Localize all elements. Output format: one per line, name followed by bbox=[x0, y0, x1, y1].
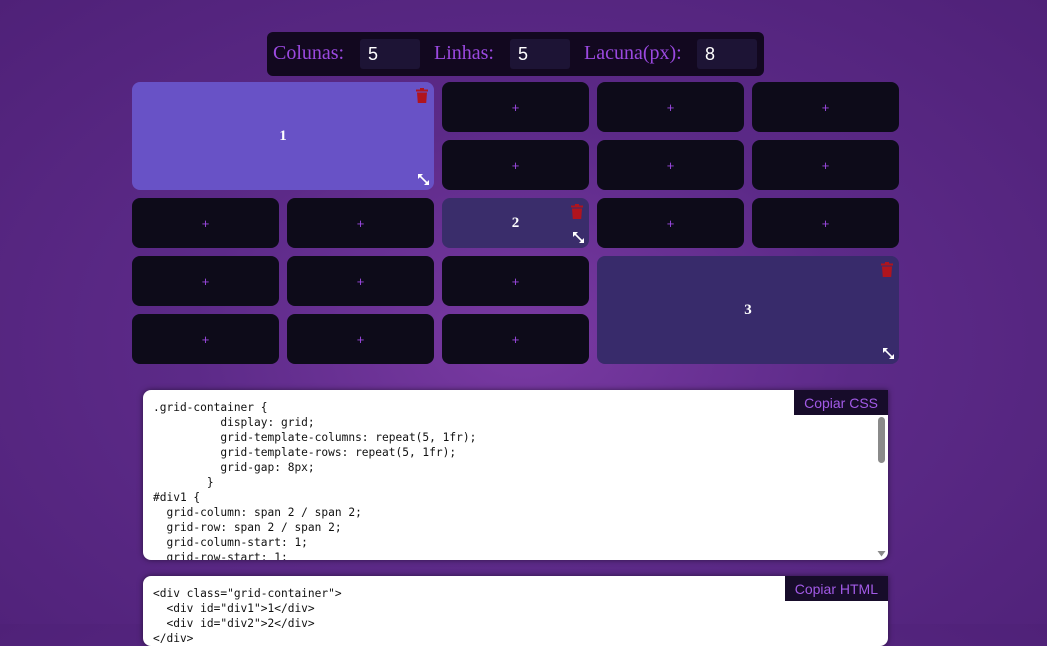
add-cell-button[interactable]: + bbox=[442, 140, 589, 190]
grid-item-3[interactable]: 3 bbox=[597, 256, 899, 364]
scrollbar-thumb[interactable] bbox=[878, 417, 885, 463]
trash-icon[interactable] bbox=[881, 262, 893, 277]
add-cell-button[interactable]: + bbox=[442, 82, 589, 132]
add-cell-button[interactable]: + bbox=[132, 256, 279, 306]
grid-item-2[interactable]: 2 bbox=[442, 198, 589, 248]
add-cell-button[interactable]: + bbox=[597, 82, 744, 132]
grid-item-label: 1 bbox=[279, 127, 287, 144]
gap-label: Lacuna(px): bbox=[584, 42, 682, 64]
add-cell-button[interactable]: + bbox=[752, 198, 899, 248]
grid-controls: Colunas: Linhas: Lacuna(px): bbox=[267, 32, 764, 76]
resize-icon[interactable] bbox=[882, 347, 895, 360]
scroll-down-arrow-icon[interactable] bbox=[877, 549, 886, 558]
grid-container: 1 + + + + + + + + 2 + + + + + 3 + + + bbox=[132, 82, 899, 364]
add-cell-button[interactable]: + bbox=[442, 256, 589, 306]
rows-input[interactable] bbox=[510, 39, 570, 69]
columns-input[interactable] bbox=[360, 39, 420, 69]
add-cell-button[interactable]: + bbox=[132, 314, 279, 364]
copy-css-button[interactable]: Copiar CSS bbox=[794, 390, 888, 415]
add-cell-button[interactable]: + bbox=[287, 314, 434, 364]
html-code[interactable]: <div class="grid-container"> <div id="di… bbox=[143, 576, 888, 646]
add-cell-button[interactable]: + bbox=[597, 198, 744, 248]
grid-item-1[interactable]: 1 bbox=[132, 82, 434, 190]
add-cell-button[interactable]: + bbox=[752, 140, 899, 190]
rows-label: Linhas: bbox=[434, 42, 494, 64]
css-output-panel: .grid-container { display: grid; grid-te… bbox=[143, 390, 888, 560]
resize-icon[interactable] bbox=[572, 231, 585, 244]
add-cell-button[interactable]: + bbox=[597, 140, 744, 190]
gap-input[interactable] bbox=[697, 39, 757, 69]
trash-icon[interactable] bbox=[416, 88, 428, 103]
html-output-panel: <div class="grid-container"> <div id="di… bbox=[143, 576, 888, 646]
grid-item-label: 2 bbox=[511, 214, 520, 231]
css-code[interactable]: .grid-container { display: grid; grid-te… bbox=[143, 390, 888, 560]
copy-html-button[interactable]: Copiar HTML bbox=[784, 576, 888, 601]
grid-item-label: 3 bbox=[744, 301, 752, 318]
trash-icon[interactable] bbox=[571, 204, 583, 219]
columns-label: Colunas: bbox=[273, 42, 345, 64]
add-cell-button[interactable]: + bbox=[287, 256, 434, 306]
add-cell-button[interactable]: + bbox=[132, 198, 279, 248]
add-cell-button[interactable]: + bbox=[287, 198, 434, 248]
add-cell-button[interactable]: + bbox=[442, 314, 589, 364]
css-scrollbar[interactable] bbox=[877, 415, 886, 558]
add-cell-button[interactable]: + bbox=[752, 82, 899, 132]
resize-icon[interactable] bbox=[417, 173, 430, 186]
